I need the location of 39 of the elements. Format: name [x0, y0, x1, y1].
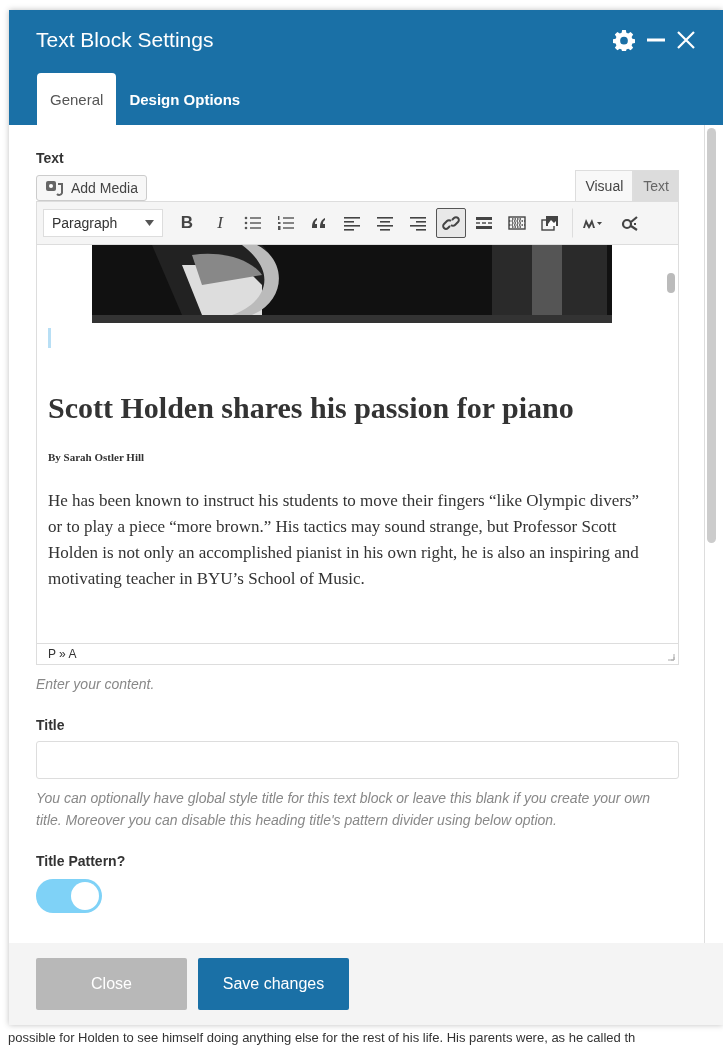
window-title: Text Block Settings — [36, 28, 214, 52]
bold-button[interactable]: B — [172, 208, 202, 238]
italic-button[interactable]: I — [205, 208, 235, 238]
link-icon — [441, 214, 461, 232]
editor-tab[interactable]: Text — [633, 170, 679, 201]
editor-tab[interactable]: Visual — [575, 170, 634, 201]
align-center-icon — [375, 214, 395, 232]
scrollbar-thumb[interactable] — [667, 273, 675, 293]
page-text: possible for Holden to see himself doing anything else for the rest of his life. His parents were, as he called th — [7, 1030, 637, 1045]
settings-icon[interactable] — [613, 29, 635, 51]
toggle-switch[interactable] — [36, 879, 102, 913]
help-text: You can optionally have global style title for this text block or leave this blank if you create your own title. Moreover you can disable this heading title's pattern divider using below option. — [36, 789, 651, 830]
article-heading: Scott Holden shares his passion for piano — [48, 392, 575, 423]
title-input[interactable] — [36, 741, 679, 779]
field-label: Title Pattern? — [36, 853, 127, 869]
toolbar-icon — [507, 214, 527, 232]
close-icon[interactable] — [677, 31, 695, 49]
scrollbar-thumb[interactable] — [707, 128, 716, 543]
format-dropdown[interactable]: Paragraph — [43, 209, 163, 237]
more-icon — [474, 214, 494, 232]
tab[interactable]: General — [37, 73, 117, 125]
shortcode-icon — [620, 214, 640, 232]
align-right-icon — [408, 214, 428, 232]
help-text: Enter your content. — [36, 675, 156, 694]
caret-icon — [145, 220, 154, 226]
field-label: Title — [36, 717, 66, 733]
field-label: Text — [36, 150, 65, 166]
numbers-icon — [276, 214, 296, 232]
save-button[interactable]: Save changes — [198, 958, 349, 1010]
align-left-icon — [342, 214, 362, 232]
link-button[interactable] — [436, 208, 466, 238]
media-icon — [540, 214, 560, 232]
element-path: P » A — [48, 647, 77, 661]
byline: By Sarah Ostler Hill — [48, 451, 146, 463]
bullets-icon — [243, 214, 263, 232]
add-media-button[interactable]: Add Media — [36, 175, 147, 201]
article-paragraph: He has been known to instruct his students to move their fingers “like Olympic divers” or to play a piece “more brown.” His tactics may sound strange, but Professor Scott Holden is not only an accomplished pianist in his own right, he is also an inspiring and motivating teacher in BYU’s School of Music. — [48, 490, 641, 590]
resize-handle-icon[interactable] — [667, 653, 675, 661]
tab[interactable]: Design Options — [116, 73, 254, 125]
